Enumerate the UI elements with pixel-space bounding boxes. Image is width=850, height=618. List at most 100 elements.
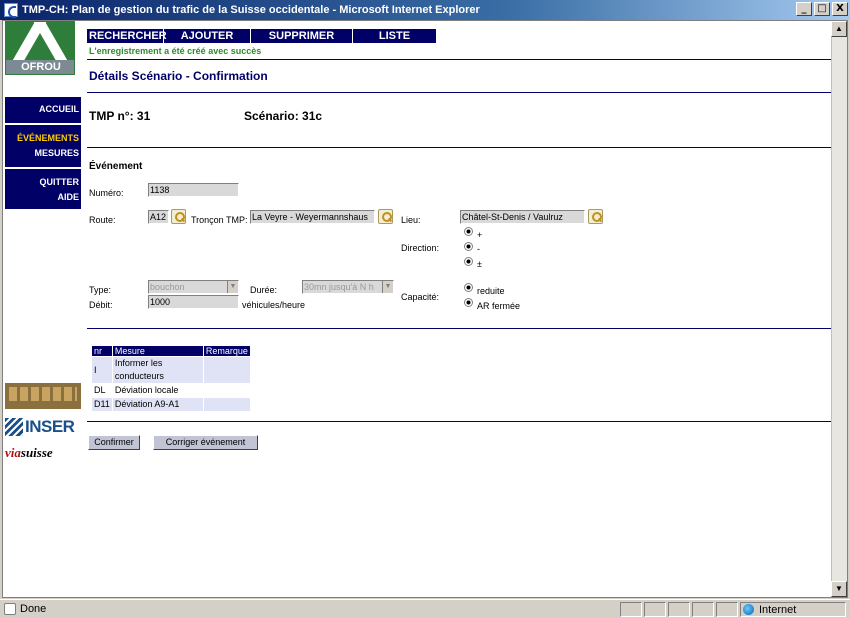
correct-event-button[interactable]: Corriger événement <box>153 435 258 450</box>
security-zone-label: Internet <box>759 603 797 616</box>
status-text: Done <box>20 603 47 615</box>
capacite-option-reduite: reduite <box>477 286 505 296</box>
chevron-down-icon: ▼ <box>227 281 238 293</box>
debit-unit: véhicules/heure <box>242 300 306 310</box>
capacite-label: Capacité: <box>401 292 440 302</box>
measure-remark <box>203 357 250 383</box>
sidebar-item-aide[interactable]: AIDE <box>5 190 81 205</box>
sidebar-item-accueil[interactable]: ACCUEIL <box>5 102 81 117</box>
scenario-label: Scénario: 31c <box>244 109 323 123</box>
divider <box>87 92 832 93</box>
debit-field[interactable]: 1000 <box>148 295 239 309</box>
confirm-button[interactable]: Confirmer <box>88 435 140 450</box>
measure-nr: I <box>92 357 112 383</box>
tab-liste[interactable]: LISTE <box>353 29 436 43</box>
status-cells <box>620 602 738 617</box>
debit-label: Débit: <box>89 300 113 310</box>
table-row: I Informer les conducteurs <box>92 357 250 383</box>
numero-field[interactable]: 1138 <box>148 183 239 197</box>
table-row: D11 Déviation A9-A1 <box>92 398 250 411</box>
minimize-button[interactable]: _ <box>796 2 812 16</box>
troncon-field[interactable]: La Veyre - Weyermannshaus <box>250 210 375 224</box>
sidebar-item-evenements[interactable]: ÉVÉNEMENTS <box>5 131 81 146</box>
main-content: RECHERCHER AJOUTER SUPPRIMER LISTE L'enr… <box>87 21 832 597</box>
ofrou-logo-label: OFROU <box>6 60 74 74</box>
duree-select-value: 30mn jusqu'à N h <box>304 282 374 292</box>
measure-remark <box>204 384 250 397</box>
table-header-row: nr Mesure Remarque <box>92 346 250 356</box>
measure-name: Informer les conducteurs <box>112 357 203 383</box>
column-header-mesure: Mesure <box>112 346 203 356</box>
direction-radio-both[interactable] <box>464 257 473 266</box>
lieu-label: Lieu: <box>401 215 421 225</box>
direction-radio-plus[interactable] <box>464 227 473 236</box>
status-cell <box>668 602 690 617</box>
direction-option-minus: - <box>477 244 480 254</box>
direction-option-plus: + <box>477 230 483 240</box>
type-select[interactable]: bouchon ▼ <box>148 280 239 294</box>
sidebar-item-quitter[interactable]: QUITTER <box>5 175 81 190</box>
type-select-value: bouchon <box>150 282 185 292</box>
sidebar-divider <box>5 123 81 125</box>
divider <box>87 59 832 60</box>
window-titlebar: TMP-CH: Plan de gestion du trafic de la … <box>0 0 850 20</box>
divider <box>87 421 832 422</box>
column-header-nr: nr <box>92 346 112 356</box>
success-message: L'enregistrement a été créé avec succès <box>89 46 262 56</box>
route-field[interactable]: A12 <box>148 210 169 224</box>
status-cell <box>692 602 714 617</box>
status-cell <box>644 602 666 617</box>
viasuisse-logo-suffix: suisse <box>20 445 53 460</box>
maximize-button[interactable]: □ <box>814 2 830 16</box>
numero-label: Numéro: <box>89 188 124 198</box>
security-zone: Internet <box>740 602 846 617</box>
measure-nr: DL <box>94 385 106 395</box>
troncon-label: Tronçon TMP: <box>191 215 248 225</box>
status-bar: Done Internet <box>0 599 850 618</box>
ofrou-logo: OFROU <box>5 21 75 75</box>
route-search-icon[interactable] <box>171 209 186 224</box>
direction-option-both: ± <box>477 259 482 269</box>
vertical-scrollbar[interactable]: ▲ ▼ <box>831 21 847 597</box>
measures-table: nr Mesure Remarque I Informer les conduc… <box>91 345 251 412</box>
status-cell <box>620 602 642 617</box>
table-row: DL Déviation locale <box>92 384 250 397</box>
sidebar-nav: ACCUEIL ÉVÉNEMENTS MESURES QUITTER AIDE <box>5 97 81 209</box>
tab-ajouter[interactable]: AJOUTER <box>164 29 251 43</box>
lieu-search-icon[interactable] <box>588 209 603 224</box>
chevron-down-icon: ▼ <box>382 281 393 293</box>
divider <box>87 328 832 329</box>
duree-label: Durée: <box>250 285 278 295</box>
sidebar-item-mesures[interactable]: MESURES <box>5 146 81 161</box>
troncon-search-icon[interactable] <box>378 209 393 224</box>
partner-logo-fm <box>5 383 81 409</box>
capacite-radio-reduite[interactable] <box>464 283 473 292</box>
left-column: OFROU ACCUEIL ÉVÉNEMENTS MESURES QUITTER… <box>3 21 81 597</box>
route-label: Route: <box>89 215 116 225</box>
duree-select[interactable]: 30mn jusqu'à N h ▼ <box>302 280 394 294</box>
page-done-icon <box>4 603 16 615</box>
scroll-down-icon[interactable]: ▼ <box>831 581 847 597</box>
viasuisse-logo-prefix: via <box>5 445 21 460</box>
window-title: TMP-CH: Plan de gestion du trafic de la … <box>22 4 480 16</box>
divider <box>87 147 832 148</box>
measure-name: Déviation A9-A1 <box>112 398 203 411</box>
viasuisse-logo: viasuisse <box>5 445 81 461</box>
measure-name: Déviation locale <box>114 385 179 395</box>
ie-icon <box>4 3 18 18</box>
sidebar-divider <box>5 167 81 169</box>
type-label: Type: <box>89 285 112 295</box>
tab-rechercher[interactable]: RECHERCHER <box>87 29 167 43</box>
lieu-field[interactable]: Châtel-St-Denis / Vaulruz <box>460 210 585 224</box>
browser-viewport: OFROU ACCUEIL ÉVÉNEMENTS MESURES QUITTER… <box>2 20 848 598</box>
tab-supprimer[interactable]: SUPPRIMER <box>251 29 353 43</box>
inser-logo-text: INSER <box>25 417 75 436</box>
road-logo-icon <box>6 22 74 62</box>
page-title: Détails Scénario - Confirmation <box>89 69 268 83</box>
inser-logo: INSER <box>5 415 81 439</box>
capacite-radio-fermee[interactable] <box>464 298 473 307</box>
direction-radio-minus[interactable] <box>464 242 473 251</box>
close-button[interactable]: X <box>832 2 848 16</box>
direction-label: Direction: <box>401 243 440 253</box>
scroll-up-icon[interactable]: ▲ <box>831 21 847 37</box>
